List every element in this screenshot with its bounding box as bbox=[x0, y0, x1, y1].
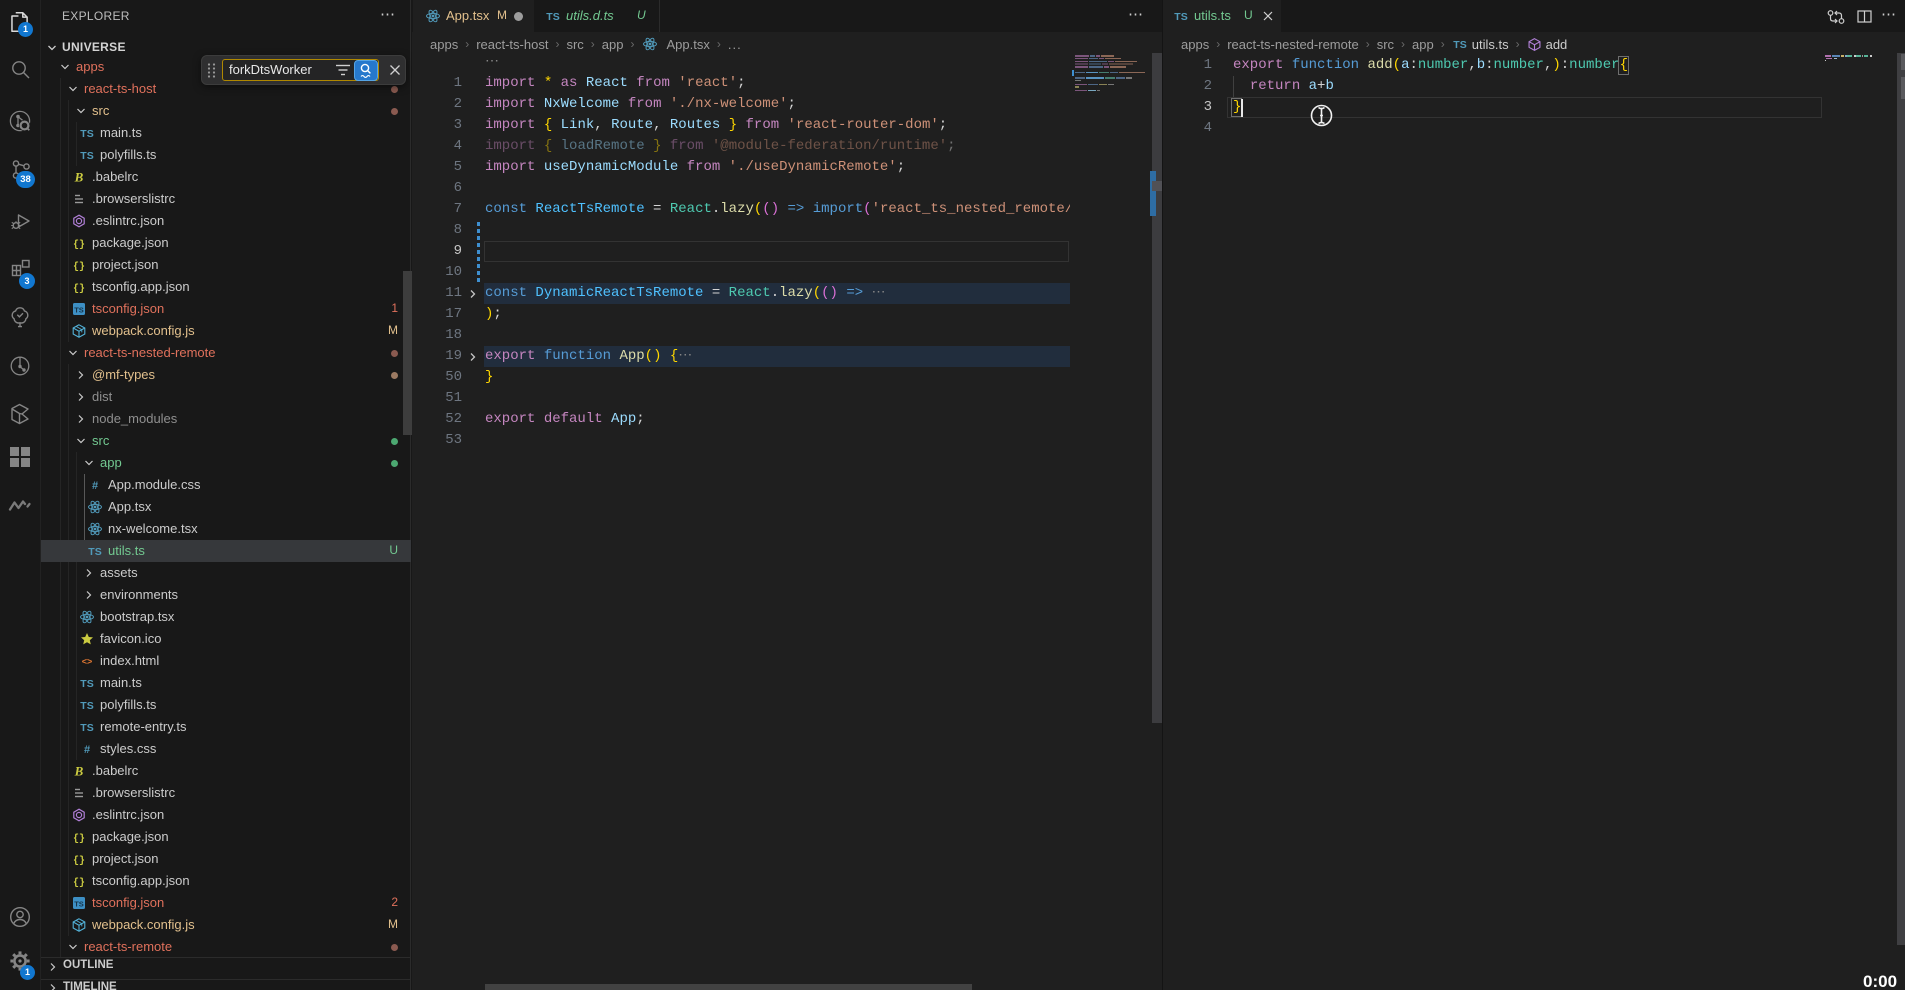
svg-text:TS: TS bbox=[80, 150, 93, 162]
svg-text:TS: TS bbox=[80, 700, 93, 712]
svg-text:B: B bbox=[74, 764, 84, 779]
svg-text:#: # bbox=[84, 744, 90, 756]
svg-text:B: B bbox=[74, 170, 84, 185]
svg-text:TS: TS bbox=[1453, 39, 1466, 51]
svg-text:{}: {} bbox=[73, 877, 85, 889]
svg-text:TS: TS bbox=[80, 722, 93, 734]
svg-text:TS: TS bbox=[74, 306, 84, 315]
svg-text:{}: {} bbox=[73, 239, 85, 251]
svg-text:TS: TS bbox=[74, 900, 84, 909]
svg-text:TS: TS bbox=[80, 128, 93, 140]
svg-text:TS: TS bbox=[1174, 11, 1187, 23]
svg-text:{}: {} bbox=[73, 833, 85, 845]
svg-text:{}: {} bbox=[73, 261, 85, 273]
svg-text:#: # bbox=[92, 480, 98, 492]
svg-text:{}: {} bbox=[73, 855, 85, 867]
svg-text:{}: {} bbox=[73, 283, 85, 295]
svg-text:<>: <> bbox=[82, 657, 93, 667]
svg-text:TS: TS bbox=[80, 678, 93, 690]
svg-text:TS: TS bbox=[88, 546, 101, 558]
